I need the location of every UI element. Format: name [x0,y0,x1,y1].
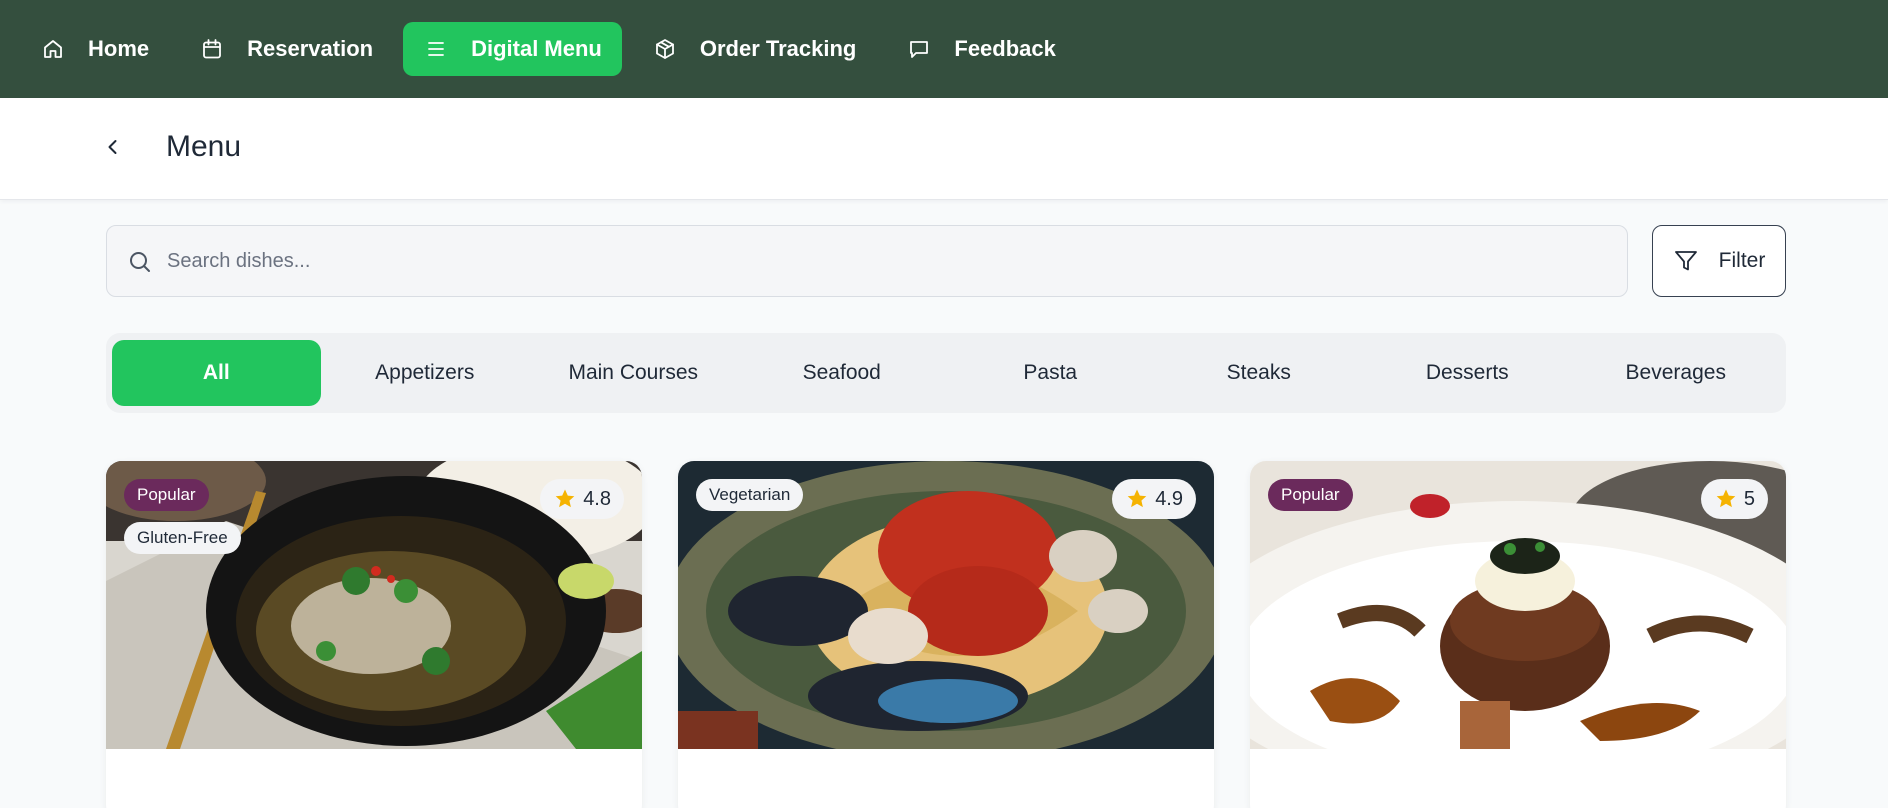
category-tabs: All Appetizers Main Courses Seafood Past… [106,333,1786,413]
calendar-icon [199,36,225,62]
gluten-free-badge: Gluten-Free [124,522,241,554]
package-icon [652,36,678,62]
tab-appetizers[interactable]: Appetizers [321,340,530,406]
filter-label: Filter [1718,249,1766,272]
message-icon [906,36,932,62]
tab-all[interactable]: All [112,340,321,406]
nav-item-label: Feedback [954,36,1056,61]
star-icon [553,487,577,511]
filter-icon [1673,248,1699,274]
search-input[interactable] [167,226,1607,296]
back-button[interactable] [98,132,128,162]
nav-item-label: Reservation [247,36,374,61]
star-icon [1125,487,1149,511]
tab-desserts[interactable]: Desserts [1363,340,1572,406]
rating-badge: 4.8 [540,479,624,519]
nav-item-label: Digital Menu [471,36,602,61]
star-icon [1714,487,1738,511]
search-icon [127,249,153,275]
rating-value: 5 [1743,487,1755,510]
page-title: Menu [166,130,242,163]
menu-list-icon [423,36,449,62]
page-header: Menu [0,98,1888,200]
dish-card[interactable]: Vegetarian 4.9 [678,461,1214,808]
dish-card[interactable]: Popular Gluten-Free 4.8 [106,461,642,808]
nav-item-digital-menu[interactable]: Digital Menu [403,22,622,76]
rating-badge: 4.9 [1112,479,1196,519]
tab-seafood[interactable]: Seafood [738,340,947,406]
nav-item-reservation[interactable]: Reservation [179,22,393,76]
tab-beverages[interactable]: Beverages [1572,340,1781,406]
tab-pasta[interactable]: Pasta [946,340,1155,406]
tab-main-courses[interactable]: Main Courses [529,340,738,406]
filter-button[interactable]: Filter [1652,225,1786,297]
nav-item-order-tracking[interactable]: Order Tracking [632,22,877,76]
popular-badge: Popular [124,479,209,511]
rating-badge: 5 [1700,479,1768,519]
home-icon [40,36,66,62]
popular-badge: Popular [1268,479,1353,511]
vegetarian-badge: Vegetarian [696,479,804,511]
rating-value: 4.8 [583,487,611,510]
nav-item-home[interactable]: Home [20,22,169,76]
top-navigation: Home Reservation Digital Menu Order Trac… [0,0,1888,98]
nav-item-feedback[interactable]: Feedback [886,22,1076,76]
rating-value: 4.9 [1155,487,1183,510]
nav-item-label: Home [88,36,150,61]
nav-item-label: Order Tracking [699,36,857,61]
dish-card[interactable]: Popular 5 [1250,461,1786,808]
tab-steaks[interactable]: Steaks [1155,340,1364,406]
chevron-left-icon [108,140,117,154]
search-box [106,225,1628,297]
